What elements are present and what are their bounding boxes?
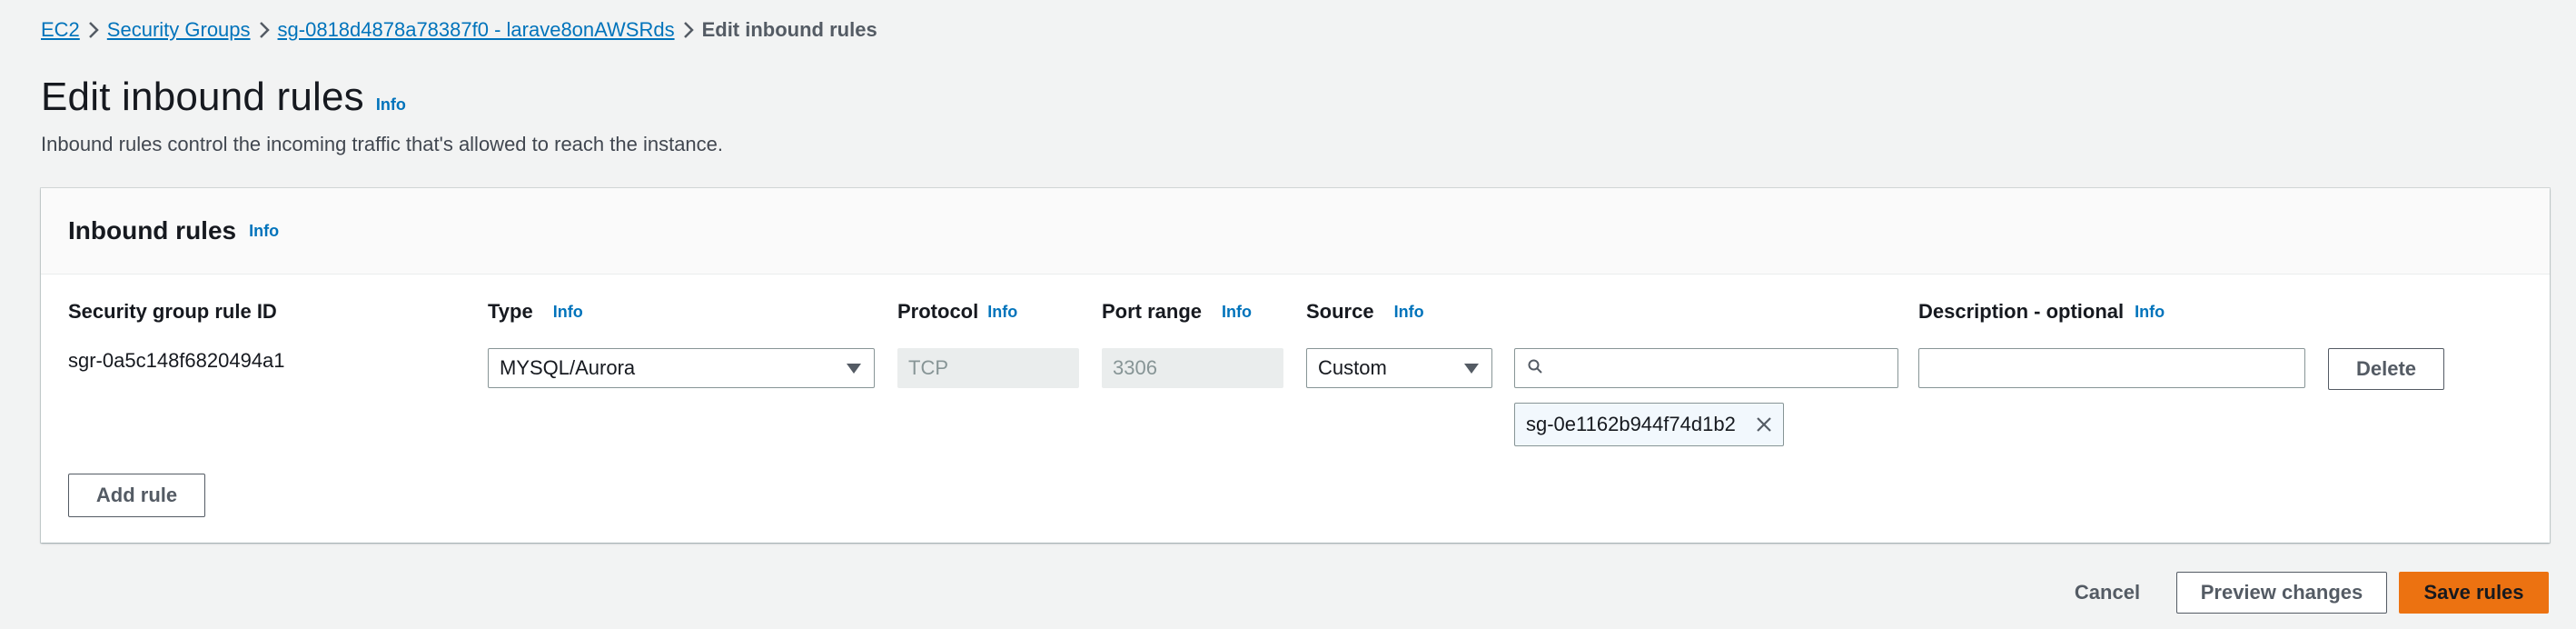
search-icon [1528, 359, 1542, 374]
chevron-right-icon [251, 21, 278, 39]
column-description-label: Description - optional Info [1918, 300, 2165, 324]
source-token: sg-0e1162b944f74d1b2 [1514, 403, 1784, 446]
column-port-range-text: Port range [1102, 300, 1203, 323]
panel-header: Inbound rules Info [41, 188, 2550, 275]
column-type-label: Type Info [488, 300, 583, 324]
protocol-value: TCP [908, 356, 948, 379]
preview-changes-button[interactable]: Preview changes [2176, 572, 2387, 614]
column-port-range-label: Port range Info [1102, 300, 1252, 324]
source-search-input[interactable] [1514, 348, 1898, 388]
port-range-info-link[interactable]: Info [1222, 303, 1252, 322]
column-rule-id-label: Security group rule ID [68, 300, 277, 324]
description-info-link[interactable]: Info [2135, 303, 2165, 322]
type-select[interactable]: MYSQL/Aurora [488, 348, 875, 388]
type-info-link[interactable]: Info [553, 303, 583, 322]
caret-down-icon [1464, 364, 1479, 374]
source-info-link[interactable]: Info [1394, 303, 1424, 322]
page-header: Edit inbound rules Info [41, 75, 406, 120]
cancel-button[interactable]: Cancel [2062, 572, 2153, 614]
column-source-label: Source Info [1306, 300, 1424, 324]
delete-rule-button[interactable]: Delete [2328, 348, 2444, 390]
breadcrumb-ec2-link[interactable]: EC2 [41, 18, 80, 42]
breadcrumb-security-group-link[interactable]: sg-0818d4878a78387f0 - larave8onAWSRds [278, 18, 675, 42]
source-token-label: sg-0e1162b944f74d1b2 [1526, 413, 1736, 435]
port-range-field: 3306 [1102, 348, 1283, 388]
column-type-text: Type [488, 300, 533, 323]
rule-id: sgr-0a5c148f6820494a1 [68, 349, 285, 372]
panel-title: Inbound rules [68, 216, 237, 245]
caret-down-icon [847, 364, 861, 374]
chevron-right-icon [675, 21, 702, 39]
column-rule-id-text: Security group rule ID [68, 300, 277, 323]
inbound-rules-panel: Inbound rules Info Security group rule I… [41, 188, 2550, 543]
page-title-info-link[interactable]: Info [376, 95, 406, 115]
add-rule-button[interactable]: Add rule [68, 474, 205, 517]
column-source-text: Source [1306, 300, 1374, 323]
chevron-right-icon [80, 21, 107, 39]
breadcrumb-security-groups-link[interactable]: Security Groups [107, 18, 251, 42]
column-protocol-text: Protocol [897, 300, 979, 323]
port-range-value: 3306 [1113, 356, 1157, 379]
description-input[interactable] [1918, 348, 2305, 388]
source-select-value: Custom [1318, 356, 1387, 379]
breadcrumb: EC2 Security Groups sg-0818d4878a78387f0… [41, 18, 877, 42]
close-icon[interactable] [1754, 414, 1774, 434]
column-description-text: Description - optional [1918, 300, 2125, 323]
protocol-info-link[interactable]: Info [987, 303, 1017, 322]
save-rules-button[interactable]: Save rules [2399, 572, 2549, 614]
column-protocol-label: Protocol Info [897, 300, 1017, 324]
panel-info-link[interactable]: Info [249, 222, 279, 241]
source-select[interactable]: Custom [1306, 348, 1492, 388]
protocol-field: TCP [897, 348, 1079, 388]
type-select-value: MYSQL/Aurora [500, 356, 636, 379]
breadcrumb-current: Edit inbound rules [701, 18, 877, 41]
page-description: Inbound rules control the incoming traff… [41, 133, 724, 155]
page-title: Edit inbound rules [41, 75, 364, 119]
